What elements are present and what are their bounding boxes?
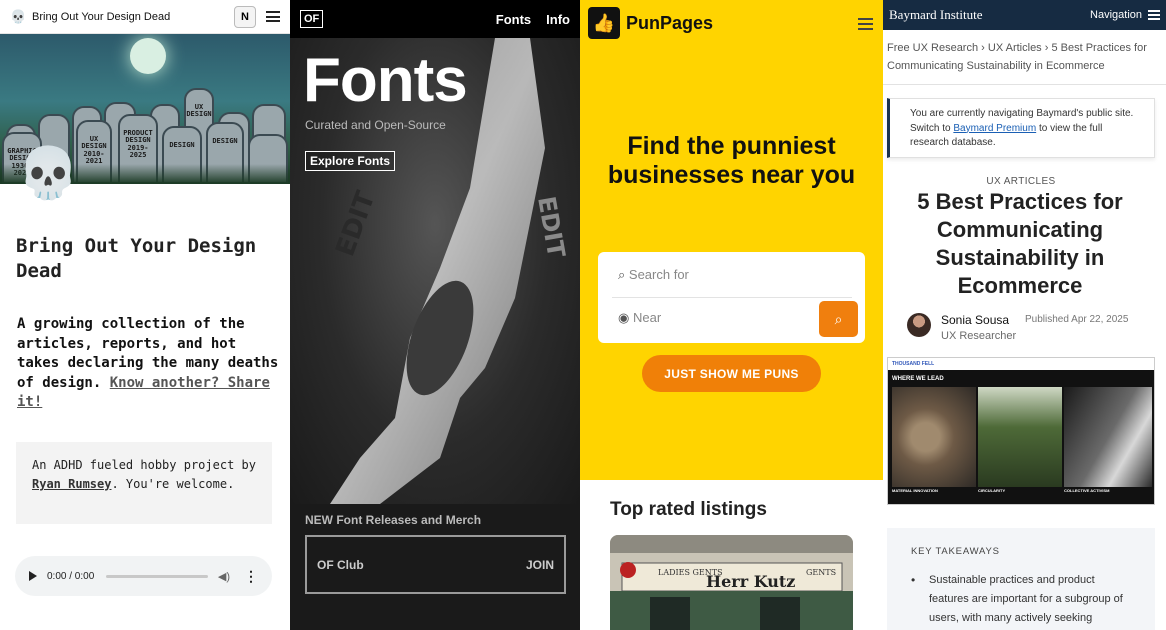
location-pin-icon: ◉: [618, 310, 630, 325]
navigation-label[interactable]: Navigation: [1090, 9, 1142, 21]
hero-headline: Find the punniest businesses near you: [607, 132, 856, 189]
activism-image: [1064, 387, 1152, 487]
crumb-ux-articles[interactable]: UX Articles: [988, 42, 1042, 54]
menu-icon[interactable]: [266, 11, 280, 22]
note-prefix: An ADHD fueled hobby project by: [32, 458, 256, 472]
menu-icon[interactable]: [858, 18, 873, 30]
public-site-notice: You are currently navigating Baymard's p…: [887, 98, 1155, 158]
page-tab-title[interactable]: Bring Out Your Design Dead: [32, 11, 234, 23]
takeaway-item: Sustainable practices and product featur…: [911, 571, 1131, 628]
edit-text-right: EDIT: [532, 194, 570, 260]
audio-time: 0:00 / 0:00: [47, 570, 95, 582]
search-placeholder: Search for: [628, 267, 689, 282]
screenshot-heading: WHERE WE LEAD: [892, 376, 944, 382]
skull-page-icon: 💀: [17, 145, 80, 201]
hero-section: [580, 0, 883, 480]
punpages-logo[interactable]: 👍 PunPages: [588, 7, 713, 39]
hero-subtitle: Curated and Open-Source: [305, 118, 446, 132]
chevron-right-icon: ›: [981, 42, 988, 54]
screenshot-brand: THOUSAND FELL: [888, 358, 1154, 370]
key-takeaways-heading: KEY TAKEAWAYS: [911, 546, 1000, 557]
article-screenshot: THOUSAND FELL WHERE WE LEAD MATERIAL INN…: [887, 357, 1155, 505]
baymard-premium-link[interactable]: Baymard Premium: [953, 123, 1036, 134]
shop-sign: Herr Kutz: [706, 572, 795, 591]
more-options-icon[interactable]: ⋮: [244, 568, 258, 585]
field-divider: [612, 297, 852, 298]
thumbs-up-icon: 👍: [588, 7, 620, 39]
club-label: OF Club: [317, 557, 364, 572]
show-me-puns-button[interactable]: JUST SHOW ME PUNS: [642, 355, 821, 392]
join-button[interactable]: JOIN: [526, 558, 554, 572]
edit-text-left: EDIT: [330, 187, 381, 260]
baymard-panel: Baymard Institute Navigation Free UX Res…: [883, 0, 1166, 630]
article-title: 5 Best Practices for Communicating Susta…: [917, 189, 1123, 298]
skull-favicon-icon: 💀: [10, 8, 27, 24]
caption-circularity: CIRCULARITY: [978, 488, 1006, 493]
caption-activism: COLLECTIVE ACTIVISM: [1064, 488, 1110, 493]
moon: [130, 38, 166, 74]
of-club-card[interactable]: OF Club JOIN: [305, 535, 566, 594]
punpages-panel: 👍 PunPages Find the punniest businesses …: [580, 0, 883, 630]
crumb-free-ux-research[interactable]: Free UX Research: [887, 42, 978, 54]
nav-fonts[interactable]: Fonts: [496, 12, 531, 27]
author-role: UX Researcher: [941, 330, 1017, 342]
play-icon[interactable]: [29, 571, 37, 581]
search-icon: ⌕: [834, 310, 843, 327]
sign-gents: GENTS: [806, 568, 836, 577]
page-title: Bring Out Your Design Dead: [16, 235, 257, 282]
nav-info[interactable]: Info: [546, 12, 570, 27]
explore-fonts-button[interactable]: Explore Fonts: [305, 151, 396, 171]
brand-name: PunPages: [626, 12, 714, 33]
intro-paragraph: A growing collection of the articles, re…: [17, 315, 279, 413]
author-name[interactable]: Sonia Sousa: [941, 313, 1009, 327]
note-suffix: . You're welcome.: [111, 477, 235, 491]
article-category[interactable]: UX ARTICLES: [883, 176, 1159, 187]
search-icon: ⌕: [618, 267, 626, 282]
caption-material: MATERIAL INNOVATION: [892, 488, 938, 493]
near-input[interactable]: ◉ Near: [618, 310, 661, 326]
releases-label: NEW Font Releases and Merch: [305, 513, 482, 527]
menu-icon[interactable]: [1148, 10, 1160, 20]
divider: [883, 84, 1166, 85]
top-nav: Baymard Institute Navigation: [883, 0, 1166, 30]
breadcrumb: Free UX Research › UX Articles › 5 Best …: [887, 39, 1163, 75]
section-title: Top rated listings: [610, 499, 767, 520]
search-button[interactable]: ⌕: [819, 301, 858, 337]
volume-icon[interactable]: ◀): [218, 570, 230, 583]
avatar: [907, 313, 931, 337]
author-link[interactable]: Ryan Rumsey: [32, 477, 111, 491]
materials-image: [892, 387, 976, 487]
audio-seek-bar[interactable]: [106, 574, 208, 578]
callout-note: An ADHD fueled hobby project by Ryan Rum…: [16, 442, 272, 524]
listing-photo[interactable]: LADIES GENTS Herr Kutz GENTS: [610, 535, 853, 630]
publish-date: Published Apr 22, 2025: [1025, 314, 1129, 325]
design-dead-panel: 💀 Bring Out Your Design Dead N UX DESIGN…: [0, 0, 290, 630]
of-logo[interactable]: OF: [300, 10, 324, 28]
search-card: ⌕ Search for ◉ Near ⌕: [598, 252, 865, 343]
notion-topbar: 💀 Bring Out Your Design Dead N: [0, 0, 290, 34]
near-placeholder: Near: [632, 310, 662, 325]
notion-icon[interactable]: N: [234, 5, 256, 28]
barber-shop-photo: LADIES GENTS Herr Kutz GENTS: [610, 535, 853, 630]
releases-section: NEW Font Releases and Merch OF Club JOIN: [290, 504, 580, 630]
top-nav: OF Fonts Info: [290, 0, 580, 38]
hero-title: Fonts: [303, 46, 468, 115]
search-input[interactable]: ⌕ Search for: [618, 267, 689, 283]
open-foundry-panel: OF Fonts Info EDIT EDIT Fonts Curated an…: [290, 0, 580, 630]
key-takeaways-box: KEY TAKEAWAYS Sustainable practices and …: [887, 528, 1155, 630]
palm-trees-image: [978, 387, 1062, 487]
baymard-logo[interactable]: Baymard Institute: [889, 7, 983, 23]
audio-player[interactable]: 0:00 / 0:00 ◀) ⋮: [15, 556, 272, 596]
